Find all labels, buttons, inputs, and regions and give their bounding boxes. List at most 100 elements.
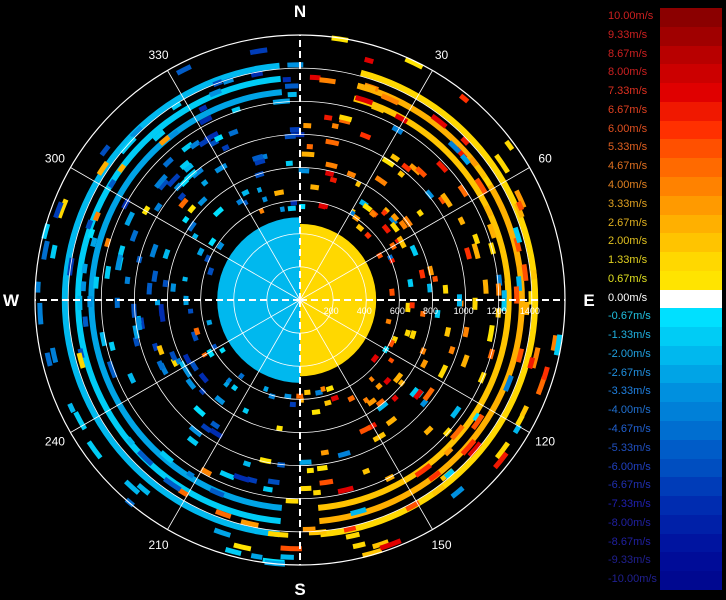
range-gate [347,394,356,403]
colorbar-label: -3.33m/s [608,385,651,398]
colorbar-label: 5.33m/s [608,141,648,154]
range-gate [364,56,374,65]
colorbar-label: 7.33m/s [608,85,648,98]
colorbar-label: 4.00m/s [608,178,648,191]
cardinal-label-west: W [3,291,20,310]
range-gate [472,233,481,245]
range-tick-label: 200 [324,306,339,316]
range-gate [193,405,206,418]
colorbar-swatch [660,364,722,384]
colorbar-row: 4.00m/s [606,176,722,196]
range-gate [325,385,335,393]
range-gate [256,186,263,193]
range-gate [188,424,203,438]
range-gate [389,288,395,296]
colorbar-swatch [660,289,722,309]
range-gate [387,357,395,364]
range-gate [242,460,252,468]
range-gate [482,279,489,294]
range-gate [136,483,151,496]
range-gate [287,91,297,98]
colorbar-row: -8.00m/s [606,514,722,534]
range-gate [486,325,495,342]
colorbar-swatch [660,139,722,159]
range-gate [146,282,153,295]
range-gate [330,394,340,402]
range-gate [374,175,388,187]
range-gate [309,74,321,81]
range-gate [299,459,312,465]
range-gate [262,485,273,493]
colorbar-label: -2.67m/s [608,366,651,379]
range-gate [432,275,439,283]
colorbar-row: -10.00m/s [606,571,722,590]
range-gate [442,427,453,437]
range-gate [320,449,330,456]
colorbar-row: 8.67m/s [606,45,722,65]
colorbar-swatch [660,383,722,403]
range-gate [528,291,534,305]
range-gate [197,196,208,207]
colorbar-swatch [660,439,722,459]
range-gate [279,206,285,213]
range-gate [300,485,312,492]
colorbar-swatch [660,345,722,365]
range-gate [385,318,392,325]
range-gate [306,467,314,474]
range-gate [124,276,131,285]
range-gate [366,397,377,407]
range-gate [93,276,100,289]
colorbar-row: -4.67m/s [606,421,722,440]
colorbar-swatch [660,214,722,234]
range-gate [457,216,466,226]
range-gate [337,449,351,459]
colorbar-label: -4.00m/s [608,404,651,417]
angle-tick-label: 210 [148,538,168,552]
range-tick-label: 1000 [454,306,474,316]
colorbar-row: 2.00m/s [606,233,722,253]
range-gate [362,467,371,475]
range-gate [416,209,424,217]
colorbar-label: 8.00m/s [608,66,648,79]
range-gate [261,196,268,203]
range-gate [477,371,487,384]
colorbar-swatch [660,496,722,515]
colorbar-label: -10.00m/s [608,573,657,586]
range-gate [186,435,199,447]
range-gate [159,309,166,323]
range-gate [127,372,137,384]
range-gate [219,347,226,354]
range-gate [420,359,429,369]
angle-tick-label: 330 [148,48,168,62]
colorbar-label: 6.67m/s [608,103,648,116]
colorbar-swatch [660,176,722,196]
range-gate [444,326,452,337]
colorbar-label: -7.33m/s [608,498,651,511]
range-gate [124,211,135,227]
range-gate [460,354,470,368]
colorbar-row: 1.33m/s [606,252,722,271]
range-gate [501,290,507,299]
colorbar-swatch [660,514,722,534]
range-gate [319,478,334,486]
range-gate [104,265,112,279]
range-gate [385,415,398,427]
range-tick-label: 800 [423,306,438,316]
colorbar-row: -9.33m/s [606,552,722,572]
colorbar-label: 3.33m/s [608,197,648,210]
range-gate [187,204,197,214]
range-gate [280,554,294,560]
colorbar-row: -6.67m/s [606,477,722,497]
range-gate [153,202,163,212]
range-gate [216,241,225,251]
range-gate [375,382,383,391]
colorbar-row: 7.33m/s [606,83,722,102]
range-gate [213,527,232,538]
range-gate [182,276,188,282]
colorbar-row: 6.00m/s [606,120,722,140]
range-gate [162,279,169,288]
range-gate [391,394,399,402]
range-gate [67,402,76,414]
colorbar-label: 10.00m/s [608,10,654,22]
range-gate [323,114,333,121]
